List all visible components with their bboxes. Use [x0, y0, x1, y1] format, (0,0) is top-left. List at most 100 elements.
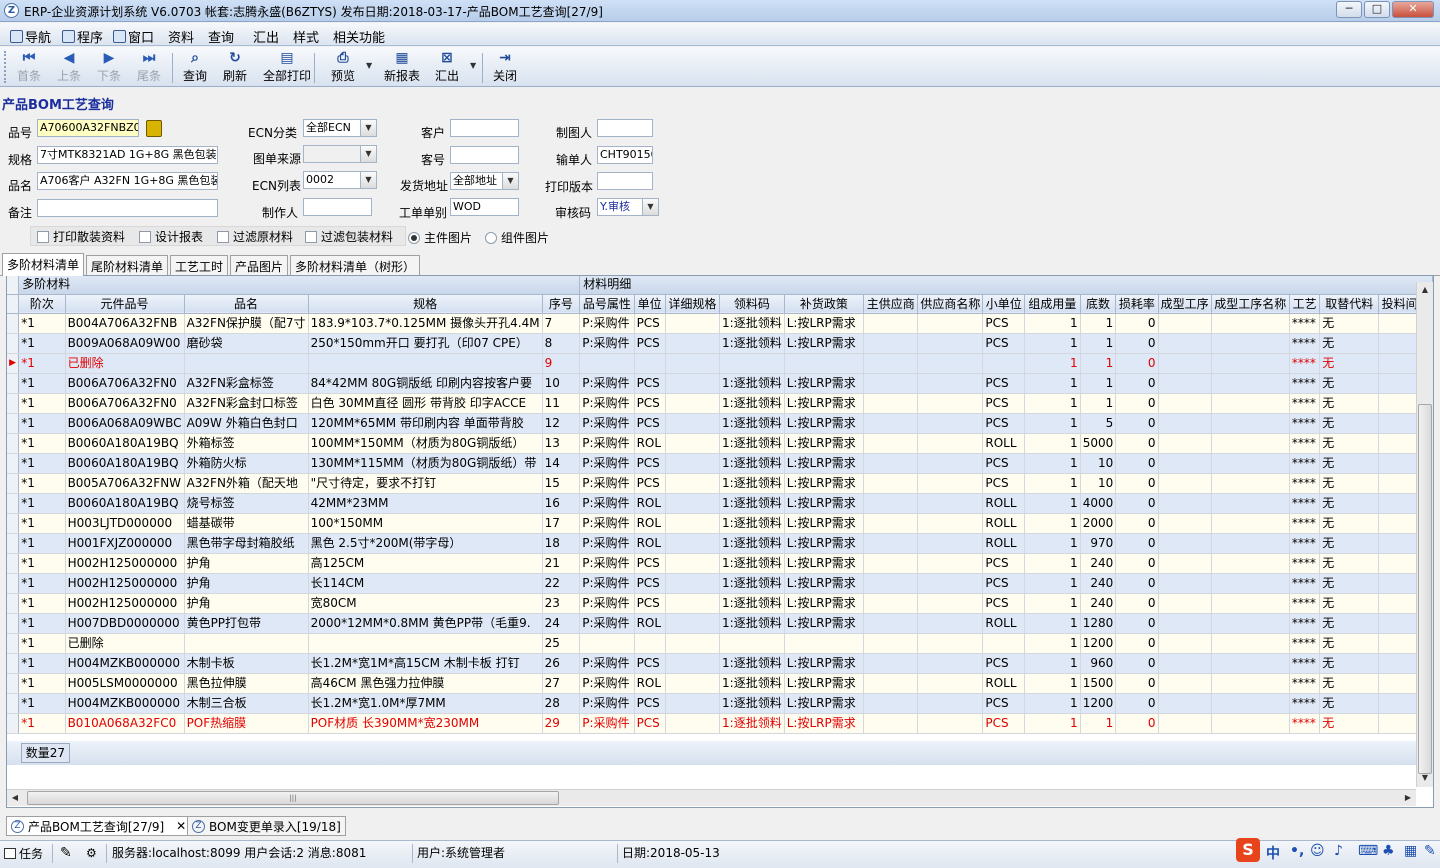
table-cell[interactable]: *1: [18, 413, 66, 434]
table-cell[interactable]: 21: [542, 553, 581, 574]
table-cell[interactable]: ****: [1289, 553, 1321, 574]
table-cell[interactable]: 8: [542, 333, 581, 354]
chevron-down-icon[interactable]: ▼: [366, 61, 372, 70]
row-indicator[interactable]: [7, 393, 20, 414]
table-row[interactable]: *1 H003LJTD000000 蜡基碳带 100*150MM 17 P:采购件 ROL 1…: [7, 513, 1433, 534]
punctuation-icon[interactable]: •,: [1290, 843, 1304, 863]
table-cell[interactable]: 0: [1115, 693, 1159, 714]
table-cell[interactable]: 1:逐批领料: [719, 373, 785, 394]
table-cell[interactable]: ****: [1289, 593, 1321, 614]
row-indicator[interactable]: [7, 513, 20, 534]
table-cell[interactable]: 无: [1319, 593, 1380, 614]
table-cell[interactable]: [1211, 493, 1290, 514]
table-cell[interactable]: A09W 外箱白色封口: [184, 413, 309, 434]
table-cell[interactable]: 100MM*150MM（材质为80G铜版纸）: [308, 433, 543, 454]
emoji-icon[interactable]: ☺: [1310, 843, 1325, 863]
table-cell[interactable]: [917, 453, 984, 474]
table-cell[interactable]: 16: [542, 493, 581, 514]
row-indicator[interactable]: [7, 373, 20, 394]
table-cell[interactable]: 250*150mm开口 要打孔（印07 CPE）: [308, 333, 543, 354]
table-cell[interactable]: 0: [1115, 433, 1159, 454]
table-cell[interactable]: *1: [18, 673, 66, 694]
row-indicator[interactable]: [7, 553, 20, 574]
table-cell[interactable]: PCS: [982, 393, 1026, 414]
component-image-radio[interactable]: 组件图片: [485, 229, 549, 246]
table-cell[interactable]: P:采购件: [579, 433, 635, 454]
table-cell[interactable]: 无: [1319, 613, 1380, 634]
table-cell[interactable]: [665, 513, 721, 534]
table-cell[interactable]: P:采购件: [579, 553, 635, 574]
table-cell[interactable]: 无: [1319, 513, 1380, 534]
table-cell[interactable]: 11: [542, 393, 581, 414]
row-indicator[interactable]: [7, 713, 20, 734]
table-cell[interactable]: P:采购件: [579, 713, 635, 734]
table-cell[interactable]: *1: [18, 473, 66, 494]
table-cell[interactable]: [1211, 433, 1290, 454]
table-cell[interactable]: L:按LRP需求: [784, 533, 865, 554]
table-cell[interactable]: 高46CM 黑色强力拉伸膜: [308, 673, 543, 694]
table-cell[interactable]: [1211, 453, 1290, 474]
table-cell[interactable]: [917, 313, 984, 334]
table-cell[interactable]: [665, 313, 721, 334]
table-cell[interactable]: P:采购件: [579, 573, 635, 594]
table-cell[interactable]: 木制卡板: [184, 653, 309, 674]
table-cell[interactable]: *1: [18, 593, 66, 614]
customer-input[interactable]: [450, 119, 519, 137]
table-cell[interactable]: [308, 353, 543, 374]
menu-1[interactable]: 程序: [62, 27, 103, 46]
table-cell[interactable]: [917, 613, 984, 634]
table-cell[interactable]: L:按LRP需求: [784, 573, 865, 594]
table-cell[interactable]: 960: [1080, 653, 1117, 674]
table-cell[interactable]: 护角: [184, 553, 309, 574]
next-button[interactable]: ▶ 下条: [94, 49, 124, 85]
table-cell[interactable]: 1: [1080, 713, 1117, 734]
table-cell[interactable]: 1: [1024, 493, 1081, 514]
table-cell[interactable]: 木制三合板: [184, 693, 309, 714]
table-cell[interactable]: PCS: [634, 713, 666, 734]
table-row[interactable]: *1 B005A706A32FNW A32FN外箱（配天地 "尺寸待定，要求不打钉 15…: [7, 473, 1433, 494]
creator-input[interactable]: [597, 119, 653, 137]
table-cell[interactable]: PCS: [982, 593, 1026, 614]
table-cell[interactable]: P:采购件: [579, 493, 635, 514]
table-cell[interactable]: [1211, 693, 1290, 714]
table-cell[interactable]: 1: [1024, 633, 1081, 654]
table-cell[interactable]: 0: [1115, 493, 1159, 514]
table-cell[interactable]: 烧号标签: [184, 493, 309, 514]
design-report-checkbox[interactable]: 设计报表: [139, 228, 203, 245]
table-cell[interactable]: PCS: [982, 693, 1026, 714]
scroll-left-icon[interactable]: ◀: [7, 790, 23, 806]
table-cell[interactable]: ROL: [634, 533, 666, 554]
table-cell[interactable]: PCS: [982, 473, 1026, 494]
menu-2[interactable]: 窗口: [113, 27, 154, 46]
table-row[interactable]: ▶*1已删除9110****无0: [7, 353, 1433, 374]
microphone-icon[interactable]: ♪: [1334, 843, 1343, 863]
column-header[interactable]: 补货政策: [784, 294, 865, 314]
column-header[interactable]: 供应商名称: [917, 294, 984, 314]
table-cell[interactable]: [665, 693, 721, 714]
table-cell[interactable]: P:采购件: [579, 693, 635, 714]
table-cell[interactable]: [863, 633, 919, 654]
audit-select[interactable]: Y.审核: [597, 198, 643, 216]
table-cell[interactable]: PCS: [982, 713, 1026, 734]
table-cell[interactable]: [665, 593, 721, 614]
table-cell[interactable]: 护角: [184, 573, 309, 594]
chevron-down-icon[interactable]: ▼: [361, 145, 377, 163]
table-cell[interactable]: [1211, 313, 1290, 334]
table-cell[interactable]: L:按LRP需求: [784, 673, 865, 694]
skin-icon[interactable]: ♣: [1382, 843, 1395, 863]
table-cell[interactable]: 0: [1115, 353, 1159, 374]
scroll-down-icon[interactable]: ▼: [1417, 770, 1433, 786]
table-cell[interactable]: 1: [1024, 653, 1081, 674]
table-cell[interactable]: [917, 553, 984, 574]
table-cell[interactable]: ROLL: [982, 613, 1026, 634]
table-cell[interactable]: ****: [1289, 633, 1321, 654]
table-cell[interactable]: [863, 493, 919, 514]
table-cell[interactable]: POF热缩膜: [184, 713, 309, 734]
tab-3[interactable]: 产品图片: [230, 255, 289, 275]
column-header[interactable]: 详细规格: [665, 294, 721, 314]
menu-0[interactable]: 导航: [10, 27, 51, 46]
table-cell[interactable]: [1211, 353, 1290, 374]
wo-input[interactable]: WOD: [450, 198, 519, 216]
table-cell[interactable]: *1: [18, 533, 66, 554]
checkbox-box[interactable]: [37, 230, 49, 243]
